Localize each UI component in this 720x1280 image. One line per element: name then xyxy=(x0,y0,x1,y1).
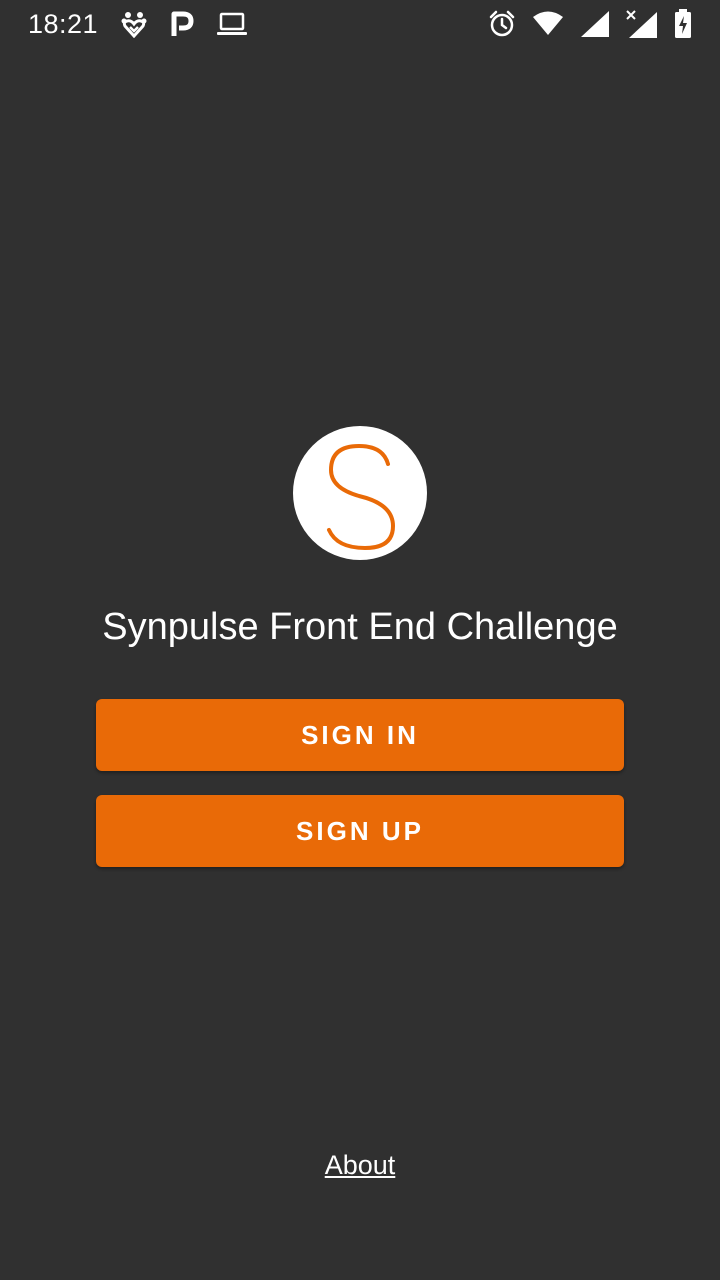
sign-in-screen: 18:21 Synpulse Front End Challenge SIGN … xyxy=(0,0,720,1280)
status-bar-left: 18:21 xyxy=(28,9,248,40)
sign-in-button[interactable]: SIGN IN xyxy=(96,699,624,771)
about-link[interactable]: About xyxy=(0,1150,720,1181)
alarm-clock-icon xyxy=(488,10,516,38)
laptop-icon xyxy=(216,11,248,37)
pets-heart-icon xyxy=(120,10,148,38)
status-time: 18:21 xyxy=(28,8,99,39)
battery-charging-icon xyxy=(674,9,692,39)
wifi-icon xyxy=(532,11,564,37)
logo-s-letter-icon xyxy=(327,443,396,551)
parking-p-icon xyxy=(170,10,194,38)
status-bar: 18:21 xyxy=(0,0,720,48)
app-title: Synpulse Front End Challenge xyxy=(102,606,618,648)
status-bar-right xyxy=(488,9,692,39)
sign-up-button[interactable]: SIGN UP xyxy=(96,795,624,867)
cell-signal-no-service-icon xyxy=(626,9,658,39)
app-logo xyxy=(293,426,427,560)
cell-signal-icon xyxy=(580,10,610,38)
